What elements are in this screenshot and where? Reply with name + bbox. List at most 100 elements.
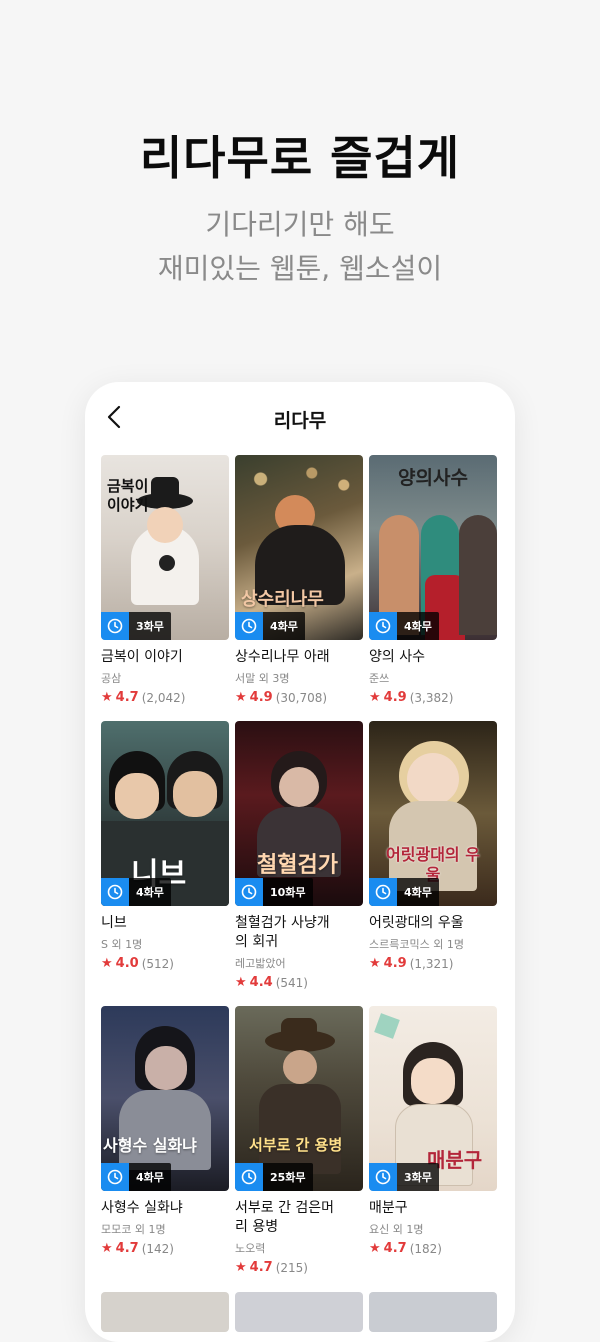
book-cover: 상수리나무 4화무 xyxy=(235,455,363,640)
hero-subtitle-line-2: 재미있는 웹툰, 웹소설이 xyxy=(157,252,443,285)
badge-label: 25화무 xyxy=(263,1163,313,1191)
book-card[interactable]: 철혈검가 10화무 철혈검가 사냥개의 회귀 레고밟았어 ★ 4.4 (541) xyxy=(235,721,363,1006)
book-rating: ★ 4.7 (215) xyxy=(235,1260,363,1275)
book-author: 노오력 xyxy=(235,1242,266,1255)
badge-label: 4화무 xyxy=(263,612,305,640)
badge-label: 3화무 xyxy=(129,612,171,640)
book-rating: ★ 4.7 (2,042) xyxy=(101,690,229,705)
next-row-cover[interactable] xyxy=(235,1292,363,1332)
book-card[interactable]: 금복이 이야기 3화무 금복이 이야기 공삼 ★ 4.7 (2,042) xyxy=(101,455,229,721)
rating-count: (2,042) xyxy=(141,690,186,705)
star-icon: ★ xyxy=(101,690,113,705)
wait-free-badge: 4화무 xyxy=(369,878,439,906)
wait-free-badge: 4화무 xyxy=(101,1163,171,1191)
clock-icon xyxy=(101,1163,129,1191)
clock-icon xyxy=(235,1163,263,1191)
badge-label: 4화무 xyxy=(397,612,439,640)
clock-icon xyxy=(369,612,397,640)
book-author: 스르륵코믹스 외 1명 xyxy=(369,938,464,951)
book-author: 준쓰 xyxy=(369,672,390,685)
rating-score: 4.7 xyxy=(383,1241,407,1256)
wait-free-badge: 25화무 xyxy=(235,1163,313,1191)
clock-icon xyxy=(369,1163,397,1191)
rating-count: (215) xyxy=(275,1260,308,1275)
book-cover: 서부로 간 용병 25화무 xyxy=(235,1006,363,1191)
clock-icon xyxy=(369,878,397,906)
book-rating: ★ 4.7 (182) xyxy=(369,1241,497,1256)
book-card[interactable]: 사형수 실화냐 4화무 사형수 실화냐 모모코 외 1명 ★ 4.7 (142) xyxy=(101,1006,229,1275)
rating-score: 4.7 xyxy=(249,1260,273,1275)
book-title: 매분구 xyxy=(369,1200,408,1216)
book-card[interactable]: 어릿광대의 우울 4화무 어릿광대의 우울 스르륵코믹스 외 1명 ★ 4.9 … xyxy=(369,721,497,1006)
rating-score: 4.9 xyxy=(383,956,407,971)
next-row-cover[interactable] xyxy=(101,1292,229,1332)
book-card[interactable]: 양의사수 4화무 양의 사수 준쓰 ★ 4.9 (3,382) xyxy=(369,455,497,721)
book-cover: 매분구 3화무 xyxy=(369,1006,497,1191)
wait-free-badge: 4화무 xyxy=(369,612,439,640)
book-title: 서부로 간 검은머리 용병 xyxy=(235,1200,335,1235)
star-icon: ★ xyxy=(369,956,381,971)
clock-icon xyxy=(235,878,263,906)
book-cover: 어릿광대의 우울 4화무 xyxy=(369,721,497,906)
book-cover: 금복이 이야기 3화무 xyxy=(101,455,229,640)
book-card[interactable]: 매분구 3화무 매분구 요신 외 1명 ★ 4.7 (182) xyxy=(369,1006,497,1275)
wait-free-badge: 4화무 xyxy=(101,878,171,906)
book-card[interactable]: 니브 4화무 니브 S 외 1명 ★ 4.0 (512) xyxy=(101,721,229,1006)
rating-score: 4.7 xyxy=(115,1241,139,1256)
star-icon: ★ xyxy=(235,690,247,705)
badge-label: 3화무 xyxy=(397,1163,439,1191)
book-card[interactable]: 상수리나무 4화무 상수리나무 아래 서말 외 3명 ★ 4.9 (30,708… xyxy=(235,455,363,721)
rating-count: (182) xyxy=(409,1241,442,1256)
book-author: S 외 1명 xyxy=(101,938,143,951)
wait-free-badge: 10화무 xyxy=(235,878,313,906)
clock-icon xyxy=(101,612,129,640)
book-cover: 사형수 실화냐 4화무 xyxy=(101,1006,229,1191)
cover-title-text: 금복이 이야기 xyxy=(107,477,149,514)
star-icon: ★ xyxy=(235,1260,247,1275)
rating-score: 4.7 xyxy=(115,690,139,705)
badge-label: 10화무 xyxy=(263,878,313,906)
book-card[interactable]: 서부로 간 용병 25화무 서부로 간 검은머리 용병 노오력 ★ 4.7 (2… xyxy=(235,1006,363,1275)
rating-count: (1,321) xyxy=(409,956,454,971)
book-grid: 금복이 이야기 3화무 금복이 이야기 공삼 ★ 4.7 (2,042) 상수리… xyxy=(101,455,497,1275)
star-icon: ★ xyxy=(101,1241,113,1256)
rating-count: (512) xyxy=(141,956,174,971)
rating-score: 4.4 xyxy=(249,975,273,990)
book-title: 사형수 실화냐 xyxy=(101,1200,183,1216)
rating-count: (30,708) xyxy=(275,690,328,705)
badge-label: 4화무 xyxy=(129,1163,171,1191)
book-title: 양의 사수 xyxy=(369,649,425,665)
star-icon: ★ xyxy=(235,975,247,990)
book-title: 금복이 이야기 xyxy=(101,649,183,665)
book-title: 니브 xyxy=(101,915,127,931)
rating-count: (142) xyxy=(141,1241,174,1256)
star-icon: ★ xyxy=(369,1241,381,1256)
badge-label: 4화무 xyxy=(129,878,171,906)
cover-title-text: 양의사수 xyxy=(398,467,468,489)
book-author: 서말 외 3명 xyxy=(235,672,290,685)
cover-title-text: 서부로 간 용병 xyxy=(249,1136,343,1154)
clock-icon xyxy=(101,878,129,906)
book-rating: ★ 4.0 (512) xyxy=(101,956,229,971)
rating-count: (541) xyxy=(275,975,308,990)
book-rating: ★ 4.4 (541) xyxy=(235,975,363,990)
book-rating: ★ 4.9 (30,708) xyxy=(235,690,363,705)
hero-title: 리다무로 즐겁게 xyxy=(139,131,461,185)
rating-score: 4.9 xyxy=(383,690,407,705)
book-author: 공삼 xyxy=(101,672,122,685)
star-icon: ★ xyxy=(369,690,381,705)
hero-subtitle-line-1: 기다리기만 해도 xyxy=(205,208,395,241)
book-title: 철혈검가 사냥개의 회귀 xyxy=(235,915,330,950)
book-title: 상수리나무 아래 xyxy=(235,649,330,665)
wait-free-badge: 4화무 xyxy=(235,612,305,640)
star-icon: ★ xyxy=(101,956,113,971)
book-author: 모모코 외 1명 xyxy=(101,1223,166,1236)
badge-label: 4화무 xyxy=(397,878,439,906)
top-nav-bar: 리다무 xyxy=(85,382,515,454)
rating-score: 4.0 xyxy=(115,956,139,971)
next-row-cover[interactable] xyxy=(369,1292,497,1332)
book-rating: ★ 4.9 (3,382) xyxy=(369,690,497,705)
rating-score: 4.9 xyxy=(249,690,273,705)
cover-title-text: 철혈검가 xyxy=(257,853,338,878)
book-cover: 양의사수 4화무 xyxy=(369,455,497,640)
